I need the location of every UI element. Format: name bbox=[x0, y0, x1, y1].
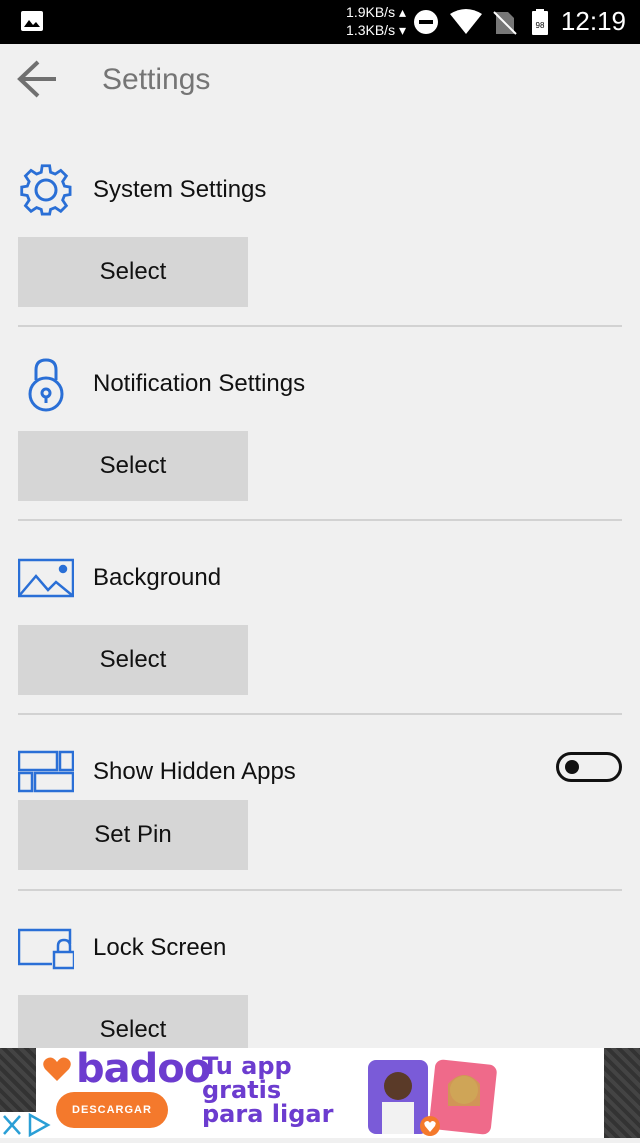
ad-content[interactable]: badoo DESCARGAR Tu app gratis para ligar bbox=[36, 1048, 604, 1138]
arrow-left-icon bbox=[17, 60, 56, 98]
select-button[interactable]: Select bbox=[18, 625, 248, 695]
battery-icon: 98 bbox=[532, 9, 548, 35]
ad-banner[interactable]: badoo DESCARGAR Tu app gratis para ligar bbox=[0, 1048, 640, 1138]
gear-icon bbox=[20, 164, 72, 216]
set-pin-button[interactable]: Set Pin bbox=[18, 800, 248, 870]
divider bbox=[18, 325, 622, 327]
screen-lock-icon bbox=[18, 928, 74, 970]
status-icons: 98 bbox=[414, 9, 548, 35]
section-label: Background bbox=[93, 564, 222, 591]
page-title: Settings bbox=[102, 63, 211, 96]
wifi-icon bbox=[450, 9, 482, 34]
app-bar: Settings bbox=[0, 44, 640, 120]
status-bar: 1.9KB/s ▴ 1.3KB/s ▾ 98 12:19 bbox=[0, 0, 640, 44]
grid-icon bbox=[18, 750, 74, 793]
ad-choices-icon bbox=[3, 1112, 51, 1138]
toggle-knob bbox=[565, 760, 579, 774]
section-label: System Settings bbox=[93, 176, 267, 203]
ad-download-button[interactable]: DESCARGAR bbox=[56, 1092, 168, 1128]
section-notification-settings: Notification Settings Select bbox=[18, 354, 622, 504]
lock-icon bbox=[28, 358, 64, 412]
ad-photos bbox=[368, 1059, 497, 1136]
section-label: Show Hidden Apps bbox=[93, 758, 296, 785]
image-icon bbox=[21, 11, 43, 31]
dnd-icon bbox=[414, 10, 438, 34]
back-button[interactable] bbox=[12, 56, 62, 102]
select-button[interactable]: Select bbox=[18, 431, 248, 501]
hidden-apps-toggle[interactable] bbox=[556, 752, 622, 782]
ad-border-right bbox=[604, 1048, 640, 1138]
network-speed: 1.9KB/s ▴ 1.3KB/s ▾ bbox=[346, 4, 406, 38]
svg-text:98: 98 bbox=[536, 21, 545, 30]
section-background: Background Select bbox=[18, 548, 622, 698]
clock: 12:19 bbox=[560, 6, 626, 36]
section-label: Lock Screen bbox=[93, 934, 227, 961]
ad-brand: badoo bbox=[76, 1048, 211, 1092]
select-button[interactable]: Select bbox=[18, 237, 248, 307]
divider bbox=[18, 519, 622, 521]
image-icon bbox=[18, 558, 74, 598]
section-show-hidden-apps: Show Hidden Apps Set Pin bbox=[18, 742, 622, 877]
divider bbox=[18, 889, 622, 891]
divider bbox=[18, 713, 622, 715]
section-system-settings: System Settings Select bbox=[18, 160, 622, 310]
no-sim-icon bbox=[493, 11, 517, 35]
select-button[interactable]: Select bbox=[18, 995, 248, 1048]
section-lock-screen: Lock Screen Select bbox=[18, 918, 622, 1048]
ad-close-button[interactable] bbox=[0, 1112, 54, 1138]
heart-icon bbox=[43, 1057, 71, 1081]
ad-tagline: Tu app gratis para ligar bbox=[202, 1052, 334, 1128]
section-label: Notification Settings bbox=[93, 370, 306, 397]
